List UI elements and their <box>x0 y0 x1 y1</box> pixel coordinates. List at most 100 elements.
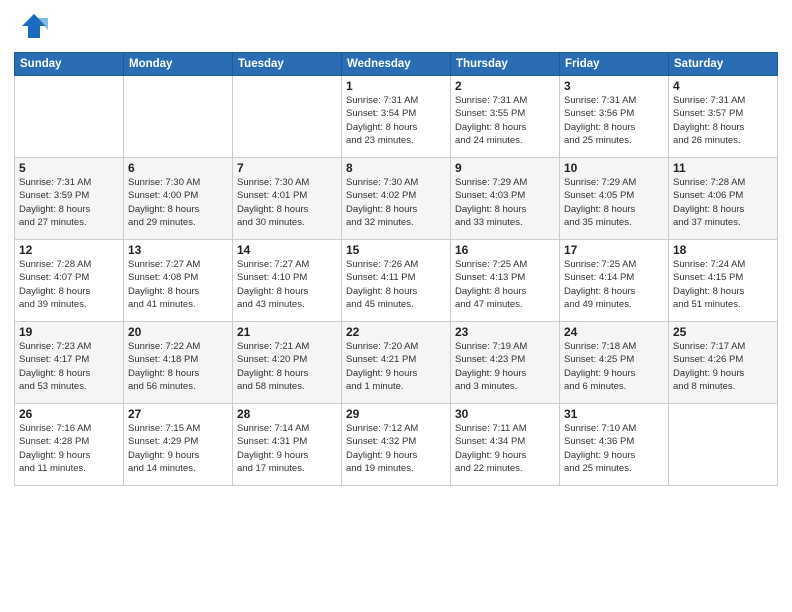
day-number: 6 <box>128 161 228 175</box>
day-info: Sunrise: 7:30 AM Sunset: 4:01 PM Dayligh… <box>237 176 337 229</box>
day-cell <box>15 76 124 158</box>
day-cell: 30Sunrise: 7:11 AM Sunset: 4:34 PM Dayli… <box>451 404 560 486</box>
day-info: Sunrise: 7:31 AM Sunset: 3:56 PM Dayligh… <box>564 94 664 147</box>
day-number: 10 <box>564 161 664 175</box>
day-cell: 7Sunrise: 7:30 AM Sunset: 4:01 PM Daylig… <box>233 158 342 240</box>
day-cell: 13Sunrise: 7:27 AM Sunset: 4:08 PM Dayli… <box>124 240 233 322</box>
logo-icon <box>14 10 50 46</box>
day-info: Sunrise: 7:25 AM Sunset: 4:14 PM Dayligh… <box>564 258 664 311</box>
day-cell: 2Sunrise: 7:31 AM Sunset: 3:55 PM Daylig… <box>451 76 560 158</box>
day-info: Sunrise: 7:14 AM Sunset: 4:31 PM Dayligh… <box>237 422 337 475</box>
day-cell: 6Sunrise: 7:30 AM Sunset: 4:00 PM Daylig… <box>124 158 233 240</box>
day-number: 23 <box>455 325 555 339</box>
day-number: 12 <box>19 243 119 257</box>
day-number: 15 <box>346 243 446 257</box>
weekday-tuesday: Tuesday <box>233 53 342 76</box>
week-row-1: 1Sunrise: 7:31 AM Sunset: 3:54 PM Daylig… <box>15 76 778 158</box>
day-cell <box>233 76 342 158</box>
day-number: 4 <box>673 79 773 93</box>
day-cell: 3Sunrise: 7:31 AM Sunset: 3:56 PM Daylig… <box>560 76 669 158</box>
day-number: 31 <box>564 407 664 421</box>
day-number: 8 <box>346 161 446 175</box>
day-info: Sunrise: 7:29 AM Sunset: 4:05 PM Dayligh… <box>564 176 664 229</box>
weekday-wednesday: Wednesday <box>342 53 451 76</box>
day-info: Sunrise: 7:31 AM Sunset: 3:55 PM Dayligh… <box>455 94 555 147</box>
week-row-4: 19Sunrise: 7:23 AM Sunset: 4:17 PM Dayli… <box>15 322 778 404</box>
week-row-5: 26Sunrise: 7:16 AM Sunset: 4:28 PM Dayli… <box>15 404 778 486</box>
day-number: 26 <box>19 407 119 421</box>
day-info: Sunrise: 7:10 AM Sunset: 4:36 PM Dayligh… <box>564 422 664 475</box>
day-info: Sunrise: 7:12 AM Sunset: 4:32 PM Dayligh… <box>346 422 446 475</box>
logo <box>14 10 54 46</box>
day-cell: 11Sunrise: 7:28 AM Sunset: 4:06 PM Dayli… <box>669 158 778 240</box>
day-number: 18 <box>673 243 773 257</box>
day-number: 27 <box>128 407 228 421</box>
day-cell: 17Sunrise: 7:25 AM Sunset: 4:14 PM Dayli… <box>560 240 669 322</box>
week-row-2: 5Sunrise: 7:31 AM Sunset: 3:59 PM Daylig… <box>15 158 778 240</box>
day-number: 14 <box>237 243 337 257</box>
day-info: Sunrise: 7:28 AM Sunset: 4:07 PM Dayligh… <box>19 258 119 311</box>
day-cell: 9Sunrise: 7:29 AM Sunset: 4:03 PM Daylig… <box>451 158 560 240</box>
weekday-saturday: Saturday <box>669 53 778 76</box>
day-info: Sunrise: 7:29 AM Sunset: 4:03 PM Dayligh… <box>455 176 555 229</box>
day-cell: 24Sunrise: 7:18 AM Sunset: 4:25 PM Dayli… <box>560 322 669 404</box>
day-cell: 26Sunrise: 7:16 AM Sunset: 4:28 PM Dayli… <box>15 404 124 486</box>
week-row-3: 12Sunrise: 7:28 AM Sunset: 4:07 PM Dayli… <box>15 240 778 322</box>
day-info: Sunrise: 7:31 AM Sunset: 3:59 PM Dayligh… <box>19 176 119 229</box>
day-info: Sunrise: 7:20 AM Sunset: 4:21 PM Dayligh… <box>346 340 446 393</box>
day-cell: 22Sunrise: 7:20 AM Sunset: 4:21 PM Dayli… <box>342 322 451 404</box>
day-info: Sunrise: 7:18 AM Sunset: 4:25 PM Dayligh… <box>564 340 664 393</box>
day-number: 28 <box>237 407 337 421</box>
day-number: 16 <box>455 243 555 257</box>
day-cell: 8Sunrise: 7:30 AM Sunset: 4:02 PM Daylig… <box>342 158 451 240</box>
day-info: Sunrise: 7:27 AM Sunset: 4:10 PM Dayligh… <box>237 258 337 311</box>
day-cell: 21Sunrise: 7:21 AM Sunset: 4:20 PM Dayli… <box>233 322 342 404</box>
day-number: 17 <box>564 243 664 257</box>
day-cell: 18Sunrise: 7:24 AM Sunset: 4:15 PM Dayli… <box>669 240 778 322</box>
weekday-monday: Monday <box>124 53 233 76</box>
weekday-sunday: Sunday <box>15 53 124 76</box>
day-cell: 10Sunrise: 7:29 AM Sunset: 4:05 PM Dayli… <box>560 158 669 240</box>
day-info: Sunrise: 7:25 AM Sunset: 4:13 PM Dayligh… <box>455 258 555 311</box>
day-number: 29 <box>346 407 446 421</box>
day-cell: 14Sunrise: 7:27 AM Sunset: 4:10 PM Dayli… <box>233 240 342 322</box>
weekday-header-row: SundayMondayTuesdayWednesdayThursdayFrid… <box>15 53 778 76</box>
day-number: 20 <box>128 325 228 339</box>
day-info: Sunrise: 7:30 AM Sunset: 4:02 PM Dayligh… <box>346 176 446 229</box>
day-info: Sunrise: 7:21 AM Sunset: 4:20 PM Dayligh… <box>237 340 337 393</box>
day-info: Sunrise: 7:31 AM Sunset: 3:54 PM Dayligh… <box>346 94 446 147</box>
day-info: Sunrise: 7:30 AM Sunset: 4:00 PM Dayligh… <box>128 176 228 229</box>
day-info: Sunrise: 7:27 AM Sunset: 4:08 PM Dayligh… <box>128 258 228 311</box>
day-cell: 5Sunrise: 7:31 AM Sunset: 3:59 PM Daylig… <box>15 158 124 240</box>
day-cell: 28Sunrise: 7:14 AM Sunset: 4:31 PM Dayli… <box>233 404 342 486</box>
day-number: 2 <box>455 79 555 93</box>
day-cell <box>669 404 778 486</box>
day-number: 19 <box>19 325 119 339</box>
day-cell: 29Sunrise: 7:12 AM Sunset: 4:32 PM Dayli… <box>342 404 451 486</box>
day-cell: 15Sunrise: 7:26 AM Sunset: 4:11 PM Dayli… <box>342 240 451 322</box>
day-info: Sunrise: 7:16 AM Sunset: 4:28 PM Dayligh… <box>19 422 119 475</box>
day-info: Sunrise: 7:11 AM Sunset: 4:34 PM Dayligh… <box>455 422 555 475</box>
day-number: 9 <box>455 161 555 175</box>
day-info: Sunrise: 7:28 AM Sunset: 4:06 PM Dayligh… <box>673 176 773 229</box>
day-info: Sunrise: 7:17 AM Sunset: 4:26 PM Dayligh… <box>673 340 773 393</box>
day-number: 1 <box>346 79 446 93</box>
day-number: 7 <box>237 161 337 175</box>
day-number: 30 <box>455 407 555 421</box>
day-number: 5 <box>19 161 119 175</box>
day-info: Sunrise: 7:23 AM Sunset: 4:17 PM Dayligh… <box>19 340 119 393</box>
day-cell: 27Sunrise: 7:15 AM Sunset: 4:29 PM Dayli… <box>124 404 233 486</box>
weekday-friday: Friday <box>560 53 669 76</box>
day-number: 3 <box>564 79 664 93</box>
day-cell: 4Sunrise: 7:31 AM Sunset: 3:57 PM Daylig… <box>669 76 778 158</box>
day-info: Sunrise: 7:26 AM Sunset: 4:11 PM Dayligh… <box>346 258 446 311</box>
day-info: Sunrise: 7:15 AM Sunset: 4:29 PM Dayligh… <box>128 422 228 475</box>
day-info: Sunrise: 7:22 AM Sunset: 4:18 PM Dayligh… <box>128 340 228 393</box>
day-cell: 31Sunrise: 7:10 AM Sunset: 4:36 PM Dayli… <box>560 404 669 486</box>
day-info: Sunrise: 7:19 AM Sunset: 4:23 PM Dayligh… <box>455 340 555 393</box>
calendar-table: SundayMondayTuesdayWednesdayThursdayFrid… <box>14 52 778 486</box>
day-cell: 23Sunrise: 7:19 AM Sunset: 4:23 PM Dayli… <box>451 322 560 404</box>
day-cell: 25Sunrise: 7:17 AM Sunset: 4:26 PM Dayli… <box>669 322 778 404</box>
day-cell: 1Sunrise: 7:31 AM Sunset: 3:54 PM Daylig… <box>342 76 451 158</box>
day-cell: 12Sunrise: 7:28 AM Sunset: 4:07 PM Dayli… <box>15 240 124 322</box>
